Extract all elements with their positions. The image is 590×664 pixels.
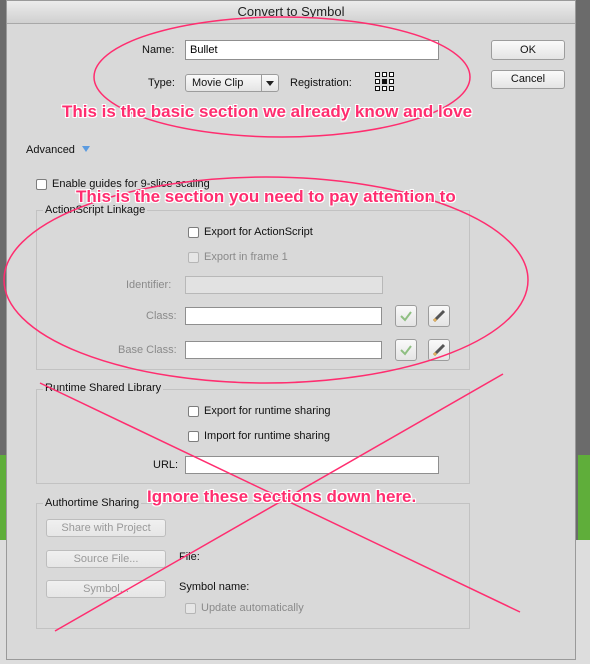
base-class-label: Base Class: <box>118 344 177 356</box>
base-class-validate-button[interactable] <box>395 339 417 361</box>
registration-label: Registration: <box>290 77 352 89</box>
import-runtime-checkbox[interactable] <box>188 431 199 442</box>
class-validate-button[interactable] <box>395 305 417 327</box>
annotation-basic: This is the basic section we already kno… <box>62 102 473 121</box>
base-class-edit-button[interactable] <box>428 339 450 361</box>
ok-button[interactable]: OK <box>491 40 565 60</box>
identifier-field[interactable] <box>185 276 383 294</box>
export-frame1-checkbox[interactable] <box>188 252 199 263</box>
file-label: File: <box>179 551 200 563</box>
export-actionscript-checkbox[interactable] <box>188 227 199 238</box>
export-actionscript-label: Export for ActionScript <box>204 226 313 238</box>
export-frame1-label: Export in frame 1 <box>204 251 288 263</box>
type-select[interactable]: Movie Clip <box>185 74 279 92</box>
update-automatically-label: Update automatically <box>201 602 304 614</box>
name-label: Name: <box>142 44 175 56</box>
dialog-title: Convert to Symbol <box>7 1 575 24</box>
class-field[interactable] <box>185 307 382 325</box>
class-edit-button[interactable] <box>428 305 450 327</box>
base-class-field[interactable] <box>185 341 382 359</box>
url-field[interactable] <box>185 456 439 474</box>
class-label: Class: <box>146 310 177 322</box>
checkmark-icon <box>400 311 412 322</box>
pencil-icon <box>432 309 446 323</box>
url-label: URL: <box>153 459 179 471</box>
share-with-project-button[interactable]: Share with Project <box>46 519 166 537</box>
update-automatically-checkbox[interactable] <box>185 603 196 614</box>
identifier-label: Identifier: <box>126 279 172 291</box>
import-runtime-label: Import for runtime sharing <box>204 430 330 442</box>
type-label: Type: <box>148 77 175 89</box>
authortime-sharing-title: Authortime Sharing <box>43 497 142 509</box>
name-field[interactable]: Bullet <box>185 40 439 60</box>
export-runtime-checkbox[interactable] <box>188 406 199 417</box>
symbol-name-label: Symbol name: <box>179 581 250 593</box>
type-select-value: Movie Clip <box>192 77 244 89</box>
convert-to-symbol-dialog: Convert to Symbol Name: Bullet Type: Mov… <box>6 0 576 660</box>
export-runtime-label: Export for runtime sharing <box>204 405 331 417</box>
symbol-button[interactable]: Symbol... <box>46 580 166 598</box>
checkmark-icon <box>400 345 412 356</box>
nine-slice-checkbox[interactable] <box>36 179 47 190</box>
advanced-label: Advanced <box>26 144 75 156</box>
source-file-button[interactable]: Source File... <box>46 550 166 568</box>
cancel-button[interactable]: Cancel <box>491 70 565 89</box>
annotation-ignore: Ignore these sections down here. <box>147 487 417 506</box>
pencil-icon <box>432 343 446 357</box>
advanced-toggle[interactable]: Advanced <box>26 140 91 158</box>
annotation-attention: This is the section you need to pay atte… <box>76 187 456 206</box>
dropdown-arrow-icon <box>261 75 278 91</box>
background-green-right <box>578 455 590 545</box>
registration-grid-icon[interactable] <box>374 71 396 93</box>
runtime-shared-library-title: Runtime Shared Library <box>43 382 164 394</box>
disclosure-triangle-icon <box>82 146 91 152</box>
